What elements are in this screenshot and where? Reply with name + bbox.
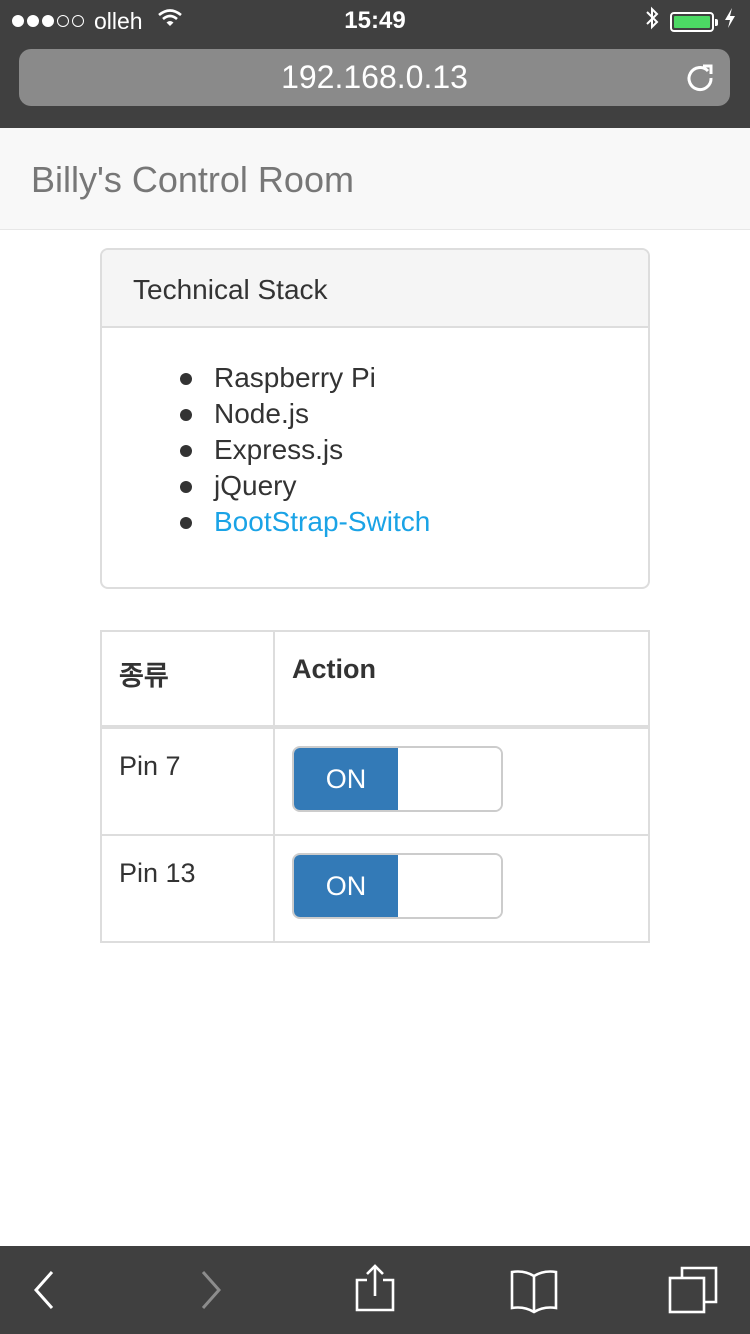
pin-name: Pin 7 <box>100 726 275 836</box>
table-header-row: 종류 Action <box>100 630 650 729</box>
status-bar: olleh 15:49 <box>0 0 750 40</box>
table-row: Pin 7 ON <box>100 726 650 836</box>
switch-on-label[interactable]: ON <box>294 855 398 917</box>
bluetooth-icon <box>644 6 660 37</box>
back-icon[interactable] <box>18 1264 70 1316</box>
navbar-brand[interactable]: Billy's Control Room <box>31 159 354 201</box>
list-item: Express.js <box>180 432 648 468</box>
share-icon[interactable] <box>349 1264 401 1316</box>
pin-7-switch[interactable]: ON <box>292 746 503 812</box>
browser-toolbar <box>0 1246 750 1334</box>
action-cell: ON <box>273 726 650 836</box>
pin-13-switch[interactable]: ON <box>292 853 503 919</box>
status-right <box>644 6 736 37</box>
status-time: 15:49 <box>344 7 406 34</box>
url-text[interactable]: 192.168.0.13 <box>19 59 730 96</box>
switch-handle[interactable] <box>398 855 501 917</box>
address-bar[interactable]: 192.168.0.13 <box>19 49 730 106</box>
list-item: Raspberry Pi <box>180 360 648 396</box>
stack-list: Raspberry Pi Node.js Express.js jQuery B… <box>102 360 648 540</box>
reload-icon[interactable] <box>684 61 716 93</box>
forward-icon[interactable] <box>185 1264 237 1316</box>
pin-table: 종류 Action Pin 7 ON Pin 13 ON <box>100 630 650 943</box>
bootstrap-switch-link[interactable]: BootStrap-Switch <box>180 504 648 540</box>
lightning-icon <box>724 7 736 36</box>
panel-body: Raspberry Pi Node.js Express.js jQuery B… <box>102 328 648 540</box>
battery-icon <box>670 11 718 32</box>
tabs-icon[interactable] <box>668 1264 720 1316</box>
table-row: Pin 13 ON <box>100 834 650 943</box>
browser-top-chrome: olleh 15:49 192.168.0.13 <box>0 0 750 128</box>
list-item: Node.js <box>180 396 648 432</box>
column-header-type: 종류 <box>100 630 275 729</box>
navbar: Billy's Control Room <box>0 128 750 230</box>
bookmarks-icon[interactable] <box>508 1264 560 1316</box>
action-cell: ON <box>273 834 650 943</box>
column-header-action: Action <box>273 630 650 729</box>
switch-on-label[interactable]: ON <box>294 748 398 810</box>
list-item: jQuery <box>180 468 648 504</box>
panel-heading: Technical Stack <box>102 250 648 328</box>
switch-handle[interactable] <box>398 748 501 810</box>
pin-name: Pin 13 <box>100 834 275 943</box>
technical-stack-panel: Technical Stack Raspberry Pi Node.js Exp… <box>100 248 650 589</box>
